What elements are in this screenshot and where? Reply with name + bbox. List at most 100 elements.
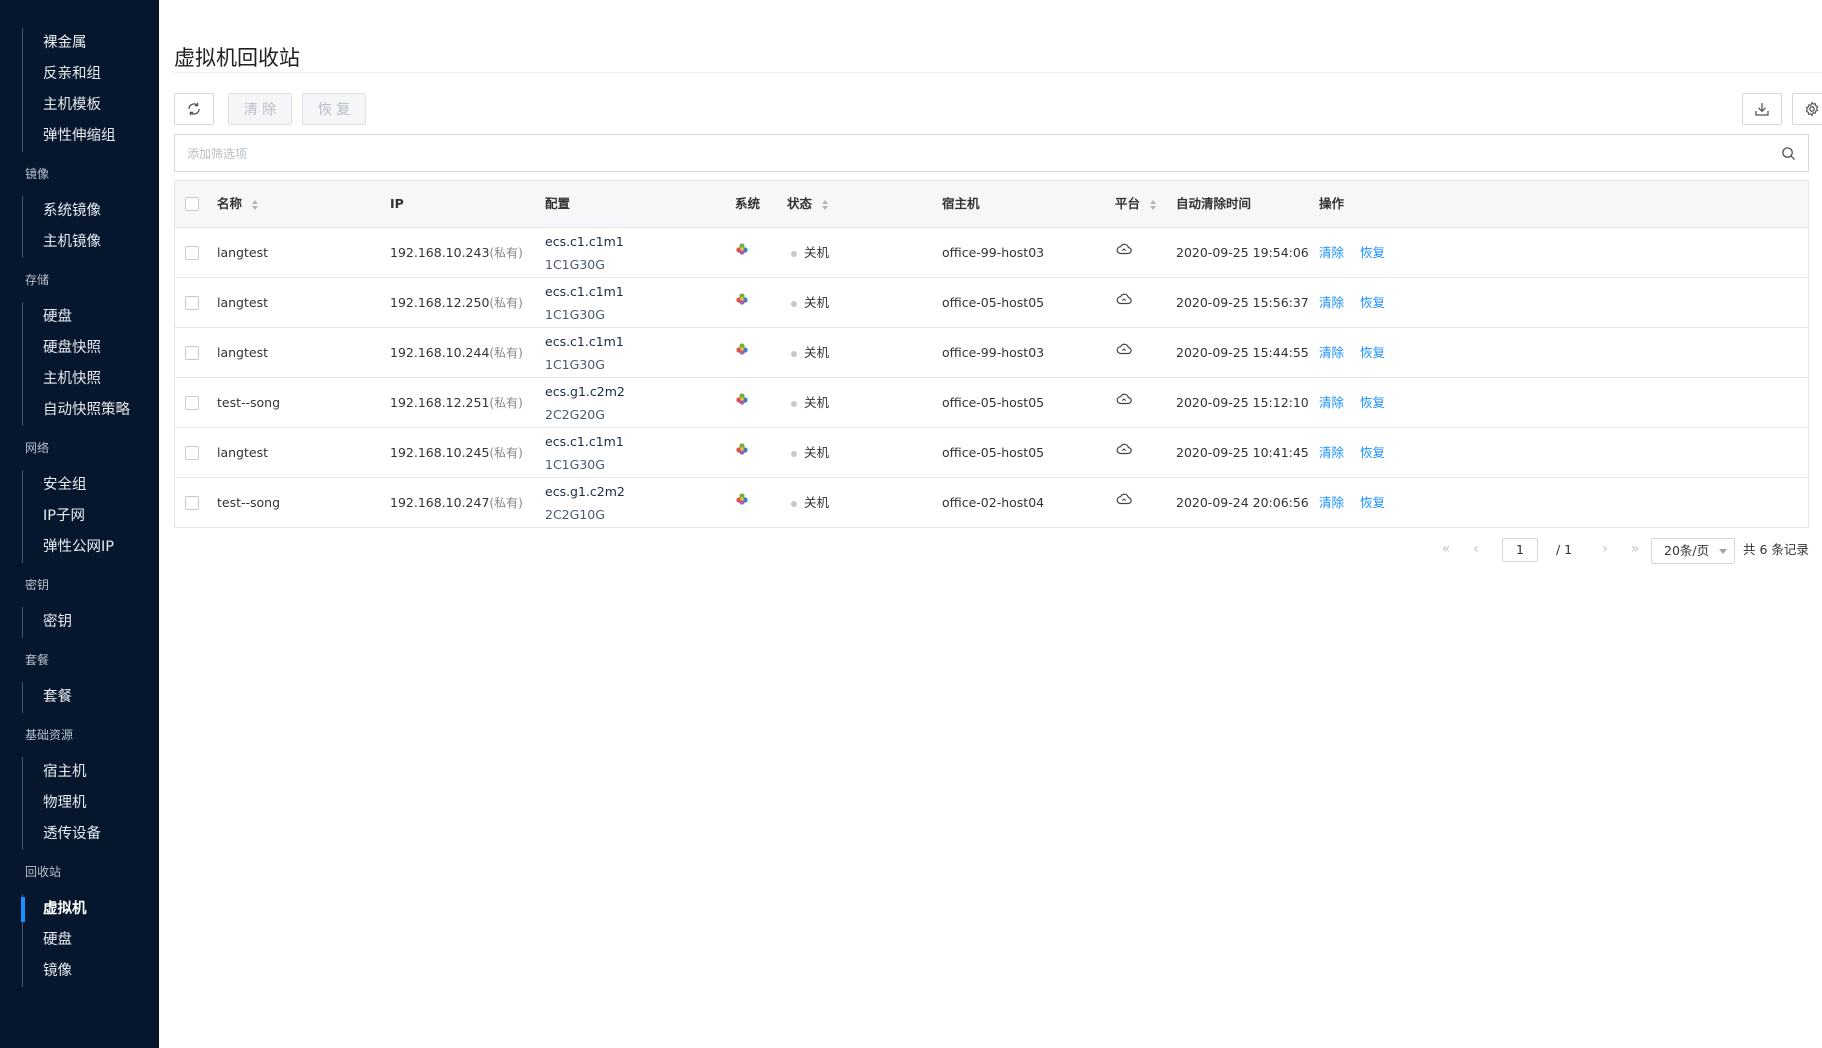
sidebar-item[interactable]: 反亲和组 xyxy=(23,59,159,90)
sidebar: 裸金属 反亲和组 主机模板 弹性伸缩组 镜像 系统镜像 主机镜像 存储 硬盘 硬盘快照 主机快照 自动… xyxy=(0,0,159,1048)
sidebar-list: 密钥 xyxy=(22,607,159,638)
sidebar-item[interactable]: 镜像 xyxy=(23,956,159,987)
vm-config: ecs.c1.c1m1 1C1G30G xyxy=(545,435,624,472)
row-actions: 清除 恢复 xyxy=(1319,428,1401,477)
sidebar-item[interactable]: 硬盘 xyxy=(23,925,159,956)
ip-type: (私有) xyxy=(489,246,523,260)
last-page-icon[interactable]: » xyxy=(1626,540,1644,558)
next-page-icon[interactable]: › xyxy=(1596,540,1614,558)
sidebar-item[interactable]: 套餐 xyxy=(23,682,159,713)
sidebar-item[interactable]: 物理机 xyxy=(23,788,159,819)
sidebar-item[interactable]: 虚拟机 xyxy=(21,894,159,925)
table-row[interactable]: test--song 192.168.10.247(私有) ecs.g1.c2m2 2… xyxy=(175,478,1808,527)
restore-link[interactable]: 恢复 xyxy=(1360,295,1385,310)
table-row[interactable]: langtest 192.168.10.244(私有) ecs.c1.c1m1 1C1… xyxy=(175,328,1808,378)
status-text: 关机 xyxy=(804,395,830,410)
sidebar-item[interactable]: 弹性公网IP xyxy=(23,532,159,563)
col-platform-header[interactable]: 平台 xyxy=(1115,181,1157,227)
status-dot xyxy=(791,350,797,357)
clear-link[interactable]: 清除 xyxy=(1319,495,1344,510)
sidebar-item[interactable]: 硬盘快照 xyxy=(23,333,159,364)
row-checkbox[interactable] xyxy=(185,496,199,510)
sidebar-item[interactable]: 主机模板 xyxy=(23,90,159,121)
sidebar-item[interactable]: 主机快照 xyxy=(23,364,159,395)
sidebar-group-title: 套餐 xyxy=(25,653,50,667)
os-logo-icon xyxy=(736,393,748,405)
sidebar-group-title: 网络 xyxy=(25,441,50,455)
sidebar-item[interactable]: 自动快照策略 xyxy=(23,395,159,426)
ip-address: 192.168.12.250 xyxy=(390,295,490,310)
pagination: « ‹ 1 / 1 › » 20条/页 共 6 条记录 xyxy=(159,536,1822,564)
row-checkbox[interactable] xyxy=(185,396,199,410)
clear-link[interactable]: 清除 xyxy=(1319,295,1344,310)
select-all-checkbox[interactable] xyxy=(185,197,199,211)
row-actions: 清除 恢复 xyxy=(1319,278,1401,327)
ip-type: (私有) xyxy=(489,446,523,460)
settings-button[interactable] xyxy=(1792,93,1822,125)
config-size: 1C1G30G xyxy=(545,256,605,272)
first-page-icon[interactable]: « xyxy=(1437,540,1455,558)
sidebar-item[interactable]: 系统镜像 xyxy=(23,196,159,227)
config-size: 1C1G30G xyxy=(545,356,605,372)
os-logo-icon xyxy=(736,243,748,255)
sidebar-item[interactable]: 弹性伸缩组 xyxy=(23,121,159,152)
sidebar-group-title: 存储 xyxy=(25,273,50,287)
clear-link[interactable]: 清除 xyxy=(1319,395,1344,410)
page-title: 虚拟机回收站 xyxy=(174,46,300,71)
restore-link[interactable]: 恢复 xyxy=(1360,445,1385,460)
restore-link[interactable]: 恢复 xyxy=(1360,345,1385,360)
os-logo-icon xyxy=(736,443,748,455)
sort-icon[interactable] xyxy=(251,199,259,211)
col-status-header[interactable]: 状态 xyxy=(787,181,829,227)
sidebar-item[interactable]: 安全组 xyxy=(23,470,159,501)
table-row[interactable]: langtest 192.168.12.250(私有) ecs.c1.c1m1 1C1… xyxy=(175,278,1808,328)
prev-page-icon[interactable]: ‹ xyxy=(1467,540,1485,558)
sidebar-item[interactable]: 硬盘 xyxy=(23,302,159,333)
vm-host: office-99-host03 xyxy=(942,245,1045,260)
sidebar-list: 硬盘 硬盘快照 主机快照 自动快照策略 xyxy=(22,302,159,426)
sidebar-item[interactable]: 透传设备 xyxy=(23,819,159,850)
config-spec: ecs.c1.c1m1 xyxy=(545,234,624,249)
ip-address: 192.168.10.243 xyxy=(390,245,490,260)
refresh-button[interactable] xyxy=(174,93,214,125)
vm-host: office-05-host05 xyxy=(942,295,1045,310)
page-number-input[interactable]: 1 xyxy=(1502,538,1538,562)
row-checkbox[interactable] xyxy=(185,246,199,260)
vm-config: ecs.c1.c1m1 1C1G30G xyxy=(545,234,624,272)
clear-link[interactable]: 清除 xyxy=(1319,345,1344,360)
table-row[interactable]: langtest 192.168.10.245(私有) ecs.c1.c1m1 1C1… xyxy=(175,428,1808,478)
status-text: 关机 xyxy=(804,345,830,360)
sort-icon[interactable] xyxy=(821,199,829,211)
download-button[interactable] xyxy=(1742,93,1782,125)
row-checkbox[interactable] xyxy=(185,296,199,310)
vm-ip: 192.168.12.250(私有) xyxy=(390,278,523,327)
row-checkbox[interactable] xyxy=(185,346,199,360)
page-size-select[interactable]: 20条/页 xyxy=(1651,538,1735,564)
table-row[interactable]: langtest 192.168.10.243(私有) ecs.c1.c1m1 1C1… xyxy=(175,228,1808,278)
status-text: 关机 xyxy=(804,495,830,510)
ip-type: (私有) xyxy=(489,296,523,310)
sidebar-group: 裸金属 反亲和组 主机模板 弹性伸缩组 xyxy=(0,28,159,152)
clear-link[interactable]: 清除 xyxy=(1319,245,1344,260)
sort-icon[interactable] xyxy=(1149,199,1157,211)
search-icon[interactable] xyxy=(1781,146,1796,161)
config-size: 1C1G30G xyxy=(545,456,605,472)
vm-ip: 192.168.12.251(私有) xyxy=(390,378,523,427)
col-name-header[interactable]: 名称 xyxy=(217,181,259,227)
table-row[interactable]: test--song 192.168.12.251(私有) ecs.g1.c2m2 2… xyxy=(175,378,1808,428)
restore-link[interactable]: 恢复 xyxy=(1360,245,1385,260)
restore-link[interactable]: 恢复 xyxy=(1360,495,1385,510)
clear-link[interactable]: 清除 xyxy=(1319,445,1344,460)
filter-input[interactable] xyxy=(185,135,1749,173)
recycle-vm-table: 名称 IP 配置 系统 状态 宿主机 平台 自动清除时间 操作 langtest… xyxy=(174,180,1809,528)
sidebar-item[interactable]: IP子网 xyxy=(23,501,159,532)
restore-button[interactable]: 恢 复 xyxy=(302,93,366,125)
sidebar-item[interactable]: 密钥 xyxy=(23,607,159,638)
row-checkbox[interactable] xyxy=(185,446,199,460)
sidebar-item[interactable]: 主机镜像 xyxy=(23,227,159,258)
sidebar-group: 存储硬盘 硬盘快照 主机快照 自动快照策略 xyxy=(0,268,159,426)
restore-link[interactable]: 恢复 xyxy=(1360,395,1385,410)
sidebar-item[interactable]: 宿主机 xyxy=(23,757,159,788)
clear-button[interactable]: 清 除 xyxy=(228,93,292,125)
sidebar-item[interactable]: 裸金属 xyxy=(23,28,159,59)
